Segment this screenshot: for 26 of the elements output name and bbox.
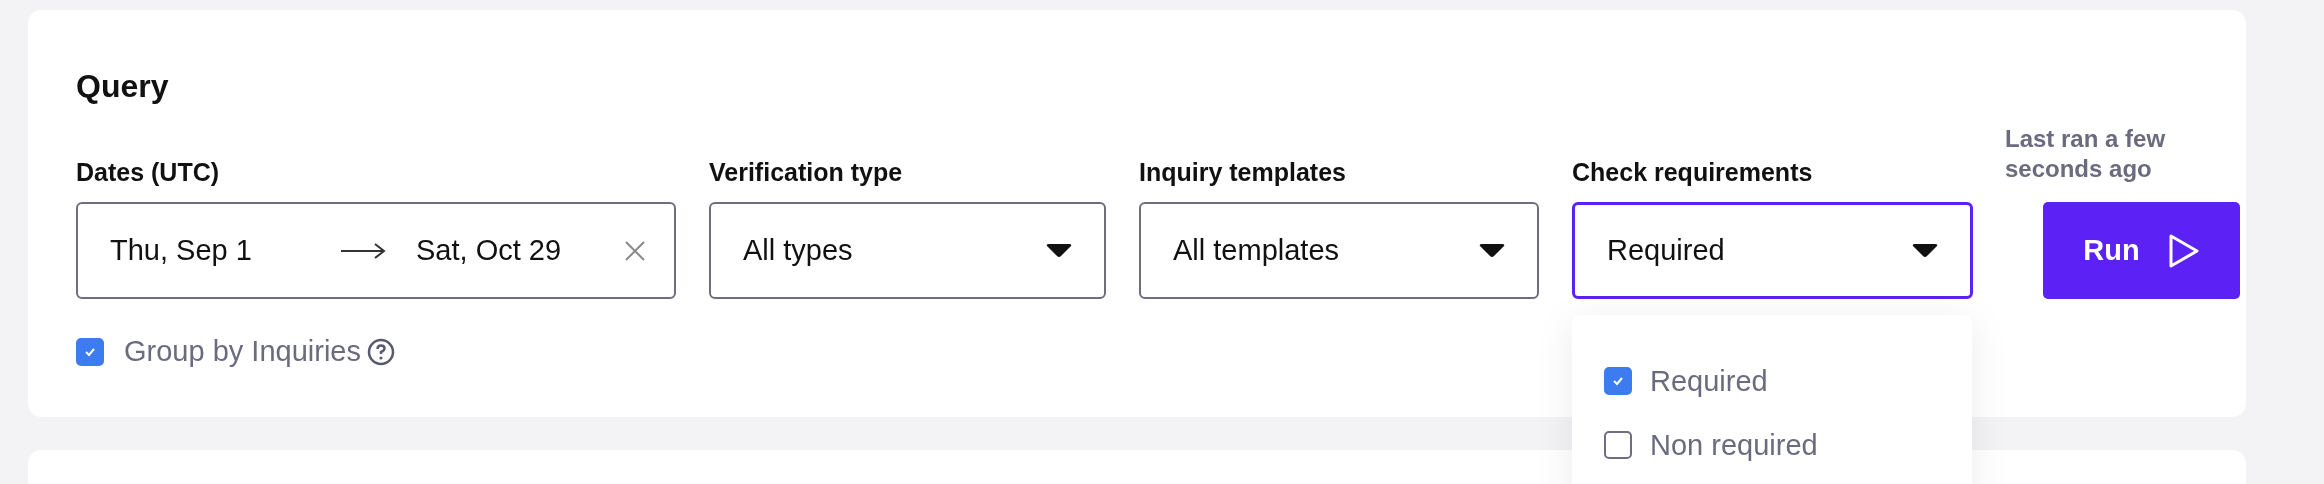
play-icon	[2167, 232, 2200, 269]
end-date[interactable]: Sat, Oct 29	[416, 234, 562, 267]
option-label[interactable]: Non required	[1650, 428, 1818, 462]
select-field[interactable]: All templates	[1139, 202, 1539, 299]
help-icon[interactable]	[366, 337, 395, 366]
checkbox[interactable]	[1604, 431, 1632, 459]
option-label[interactable]: Required	[1650, 364, 1768, 398]
field-label: Check requirements	[1572, 158, 1814, 186]
checkbox[interactable]	[76, 337, 104, 366]
checkbox-label[interactable]: Group by Inquiries	[124, 335, 361, 368]
caret-icon	[1912, 243, 1938, 258]
clear-icon[interactable]	[624, 239, 646, 262]
section-title: Query	[76, 70, 170, 102]
date-range-field[interactable]: Thu, Sep 1 Sat, Oct 29	[76, 202, 676, 299]
caret-icon	[1046, 243, 1072, 258]
run-button[interactable]: Run	[2043, 202, 2240, 299]
start-date[interactable]: Thu, Sep 1	[110, 234, 340, 267]
last-ran-text: Last ran a few seconds ago	[2005, 124, 2167, 184]
caret-icon	[1479, 243, 1505, 258]
field-label: Dates (UTC)	[76, 158, 221, 186]
select-field[interactable]: All types	[709, 202, 1106, 299]
field-label: Inquiry templates	[1139, 158, 1347, 186]
arrow-icon	[340, 241, 386, 260]
field-label: Verification type	[709, 158, 904, 186]
select-field[interactable]: Required	[1572, 202, 1973, 299]
checkbox[interactable]	[1604, 367, 1632, 395]
